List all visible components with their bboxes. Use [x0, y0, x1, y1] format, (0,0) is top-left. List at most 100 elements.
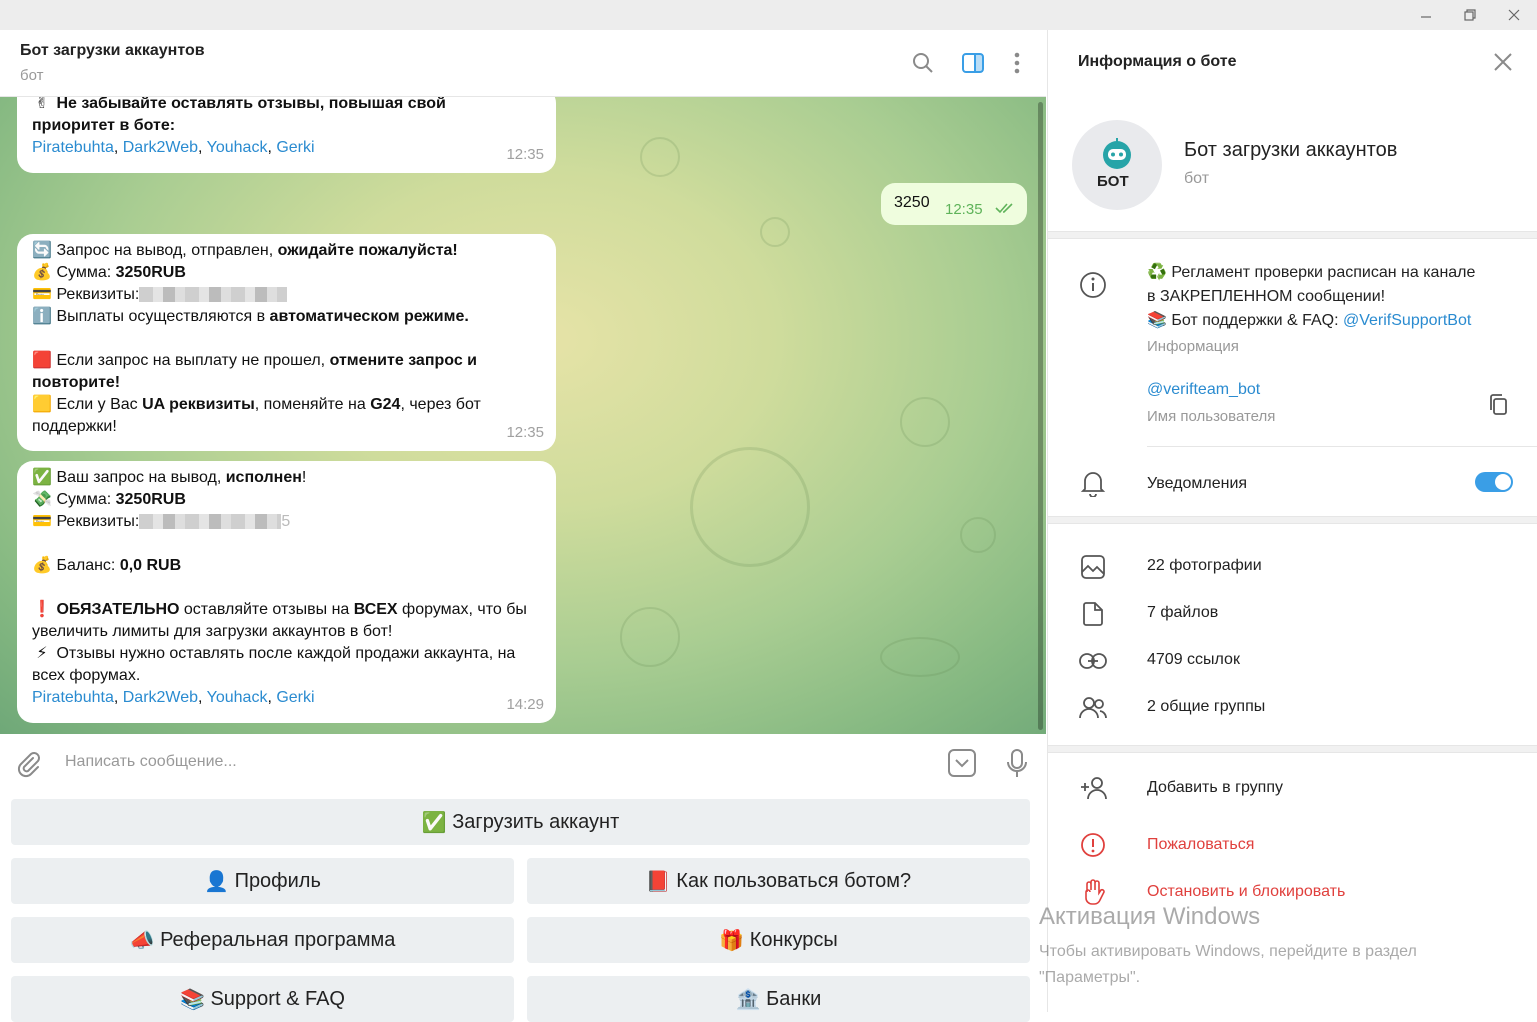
- message-text: Реквизиты:: [56, 513, 140, 530]
- restore-icon[interactable]: [1447, 0, 1493, 30]
- message-text: G24: [370, 396, 401, 413]
- bot-description: ♻️ Регламент проверки расписан на канале…: [1147, 261, 1475, 333]
- chat-scrollbar[interactable]: [1038, 102, 1043, 730]
- more-menu-icon[interactable]: [1004, 50, 1030, 76]
- chat-title[interactable]: Бот загрузки аккаунтов: [20, 42, 205, 60]
- attach-icon[interactable]: [14, 750, 42, 783]
- message-text: Ваш запрос на вывод,: [56, 469, 226, 486]
- button-label: Как пользоваться ботом?: [676, 869, 912, 892]
- report-icon: [1079, 831, 1107, 859]
- link-gerki[interactable]: Gerki: [276, 689, 314, 706]
- redacted-details: [139, 287, 288, 303]
- background-doodle: [760, 217, 790, 247]
- link-youhack[interactable]: Youhack: [207, 689, 268, 706]
- button-label: Support & FAQ: [210, 987, 345, 1010]
- money-bag-icon: 💰: [32, 264, 52, 281]
- message-text: Если запрос на выплату не прошел,: [56, 352, 330, 369]
- avatar[interactable]: БОТ: [1072, 120, 1162, 210]
- message-input[interactable]: Написать сообщение...: [65, 753, 237, 771]
- check-mark-icon: ✅: [421, 811, 447, 834]
- files-link[interactable]: 7 файлов: [1147, 604, 1218, 622]
- report-button[interactable]: Пожаловаться: [1147, 836, 1254, 854]
- link-youhack[interactable]: Youhack: [207, 139, 268, 156]
- message-text: форумах, что бы: [397, 601, 527, 618]
- message-text: ВСЕХ: [353, 601, 398, 618]
- description-text: Регламент проверки расписан на канале: [1171, 264, 1476, 281]
- bank-icon: 🏦: [735, 988, 761, 1011]
- row-divider: [1147, 446, 1537, 447]
- message-input-bar: Написать сообщение...: [0, 734, 1046, 792]
- message-text: Сумма:: [56, 491, 116, 508]
- button-label: Конкурсы: [749, 928, 838, 951]
- message-text: Выплаты осуществляются в: [56, 308, 270, 325]
- contests-button[interactable]: 🎁 Конкурсы: [527, 917, 1030, 963]
- message-text: оставляйте отзывы на: [179, 601, 354, 618]
- window-close-icon[interactable]: [1491, 0, 1537, 30]
- message-text: Отзывы нужно оставлять после каждой прод…: [56, 645, 516, 662]
- link-gerki[interactable]: Gerki: [276, 139, 314, 156]
- message-time: 12:35: [945, 201, 983, 218]
- chat-header: Бот загрузки аккаунтов бот: [0, 30, 1046, 97]
- link-icon: [1079, 647, 1107, 675]
- message-text: , поменяйте на: [254, 396, 371, 413]
- link-piratebuhta[interactable]: Piratebuhta: [32, 689, 114, 706]
- minimize-icon[interactable]: [1403, 0, 1449, 30]
- username-link[interactable]: @verifteam_bot: [1147, 381, 1260, 399]
- message-time: 12:35: [506, 424, 544, 441]
- button-label: Реферальная программа: [160, 928, 396, 951]
- background-doodle: [690, 447, 810, 567]
- info-icon: ℹ️: [32, 308, 52, 325]
- links-link[interactable]: 4709 ссылок: [1147, 651, 1240, 669]
- message-text: Баланс:: [56, 557, 120, 574]
- photos-link[interactable]: 22 фотографии: [1147, 557, 1262, 575]
- link-dark2web[interactable]: Dark2Web: [123, 689, 198, 706]
- incoming-message[interactable]: 🔄 Запрос на вывод, отправлен, ожидайте п…: [17, 234, 556, 451]
- button-label: Банки: [766, 987, 822, 1010]
- support-faq-button[interactable]: 📚 Support & FAQ: [11, 976, 514, 1022]
- link-dark2web[interactable]: Dark2Web: [123, 139, 198, 156]
- close-icon[interactable]: [1493, 52, 1513, 77]
- photo-icon: [1079, 553, 1107, 581]
- message-time: 12:35: [506, 146, 544, 163]
- refresh-icon: 🔄: [32, 242, 52, 259]
- upload-account-button[interactable]: ✅ Загрузить аккаунт: [11, 799, 1030, 845]
- incoming-message[interactable]: ✅ Ваш запрос на вывод, исполнен! 💸 Сумма…: [17, 461, 556, 723]
- add-to-group-button[interactable]: Добавить в группу: [1147, 779, 1283, 797]
- notifications-toggle[interactable]: [1475, 472, 1513, 492]
- microphone-icon[interactable]: [1005, 748, 1029, 785]
- message-text: приоритет в боте:: [32, 117, 176, 134]
- incoming-message[interactable]: ✌ Не забывайте оставлять отзывы, повышая…: [17, 97, 556, 173]
- bot-keyboard-icon[interactable]: [948, 749, 976, 782]
- how-to-button[interactable]: 📕 Как пользоваться ботом?: [527, 858, 1030, 904]
- bot-keyboard: ✅ Загрузить аккаунт 👤 Профиль 📕 Как поль…: [0, 792, 1046, 1022]
- message-text: 3250RUB: [115, 491, 186, 508]
- file-icon: [1079, 600, 1107, 628]
- sidebar-toggle-icon[interactable]: [960, 50, 986, 76]
- chat-messages-area[interactable]: ✌ Не забывайте оставлять отзывы, повышая…: [0, 97, 1046, 734]
- groups-link[interactable]: 2 общие группы: [1147, 698, 1265, 716]
- message-text: исполнен: [225, 469, 302, 486]
- description-text: Бот поддержки & FAQ:: [1171, 312, 1343, 329]
- search-icon[interactable]: [910, 50, 936, 76]
- copy-icon[interactable]: [1485, 391, 1513, 419]
- message-text: Реквизиты:: [56, 286, 140, 303]
- card-icon: 💳: [32, 286, 52, 303]
- section-divider: [1048, 516, 1537, 524]
- book-icon: 📕: [645, 870, 671, 893]
- block-button[interactable]: Остановить и блокировать: [1147, 883, 1345, 901]
- user-icon: 👤: [204, 870, 229, 893]
- outgoing-message[interactable]: 3250 12:35: [881, 183, 1027, 225]
- panel-title: Информация о боте: [1078, 53, 1237, 70]
- support-bot-link[interactable]: @VerifSupportBot: [1343, 312, 1471, 329]
- link-piratebuhta[interactable]: Piratebuhta: [32, 139, 114, 156]
- profile-button[interactable]: 👤 Профиль: [11, 858, 514, 904]
- banks-button[interactable]: 🏦 Банки: [527, 976, 1030, 1022]
- books-icon: 📚: [1147, 312, 1167, 329]
- message-text: повторите!: [32, 374, 121, 391]
- referral-button[interactable]: 📣 Реферальная программа: [11, 917, 514, 963]
- section-divider: [1048, 231, 1537, 239]
- redacted-details: [139, 514, 282, 530]
- message-text: 3250RUB: [115, 264, 186, 281]
- victory-hand-icon: ✌: [35, 97, 49, 112]
- window-titlebar: [0, 0, 1537, 30]
